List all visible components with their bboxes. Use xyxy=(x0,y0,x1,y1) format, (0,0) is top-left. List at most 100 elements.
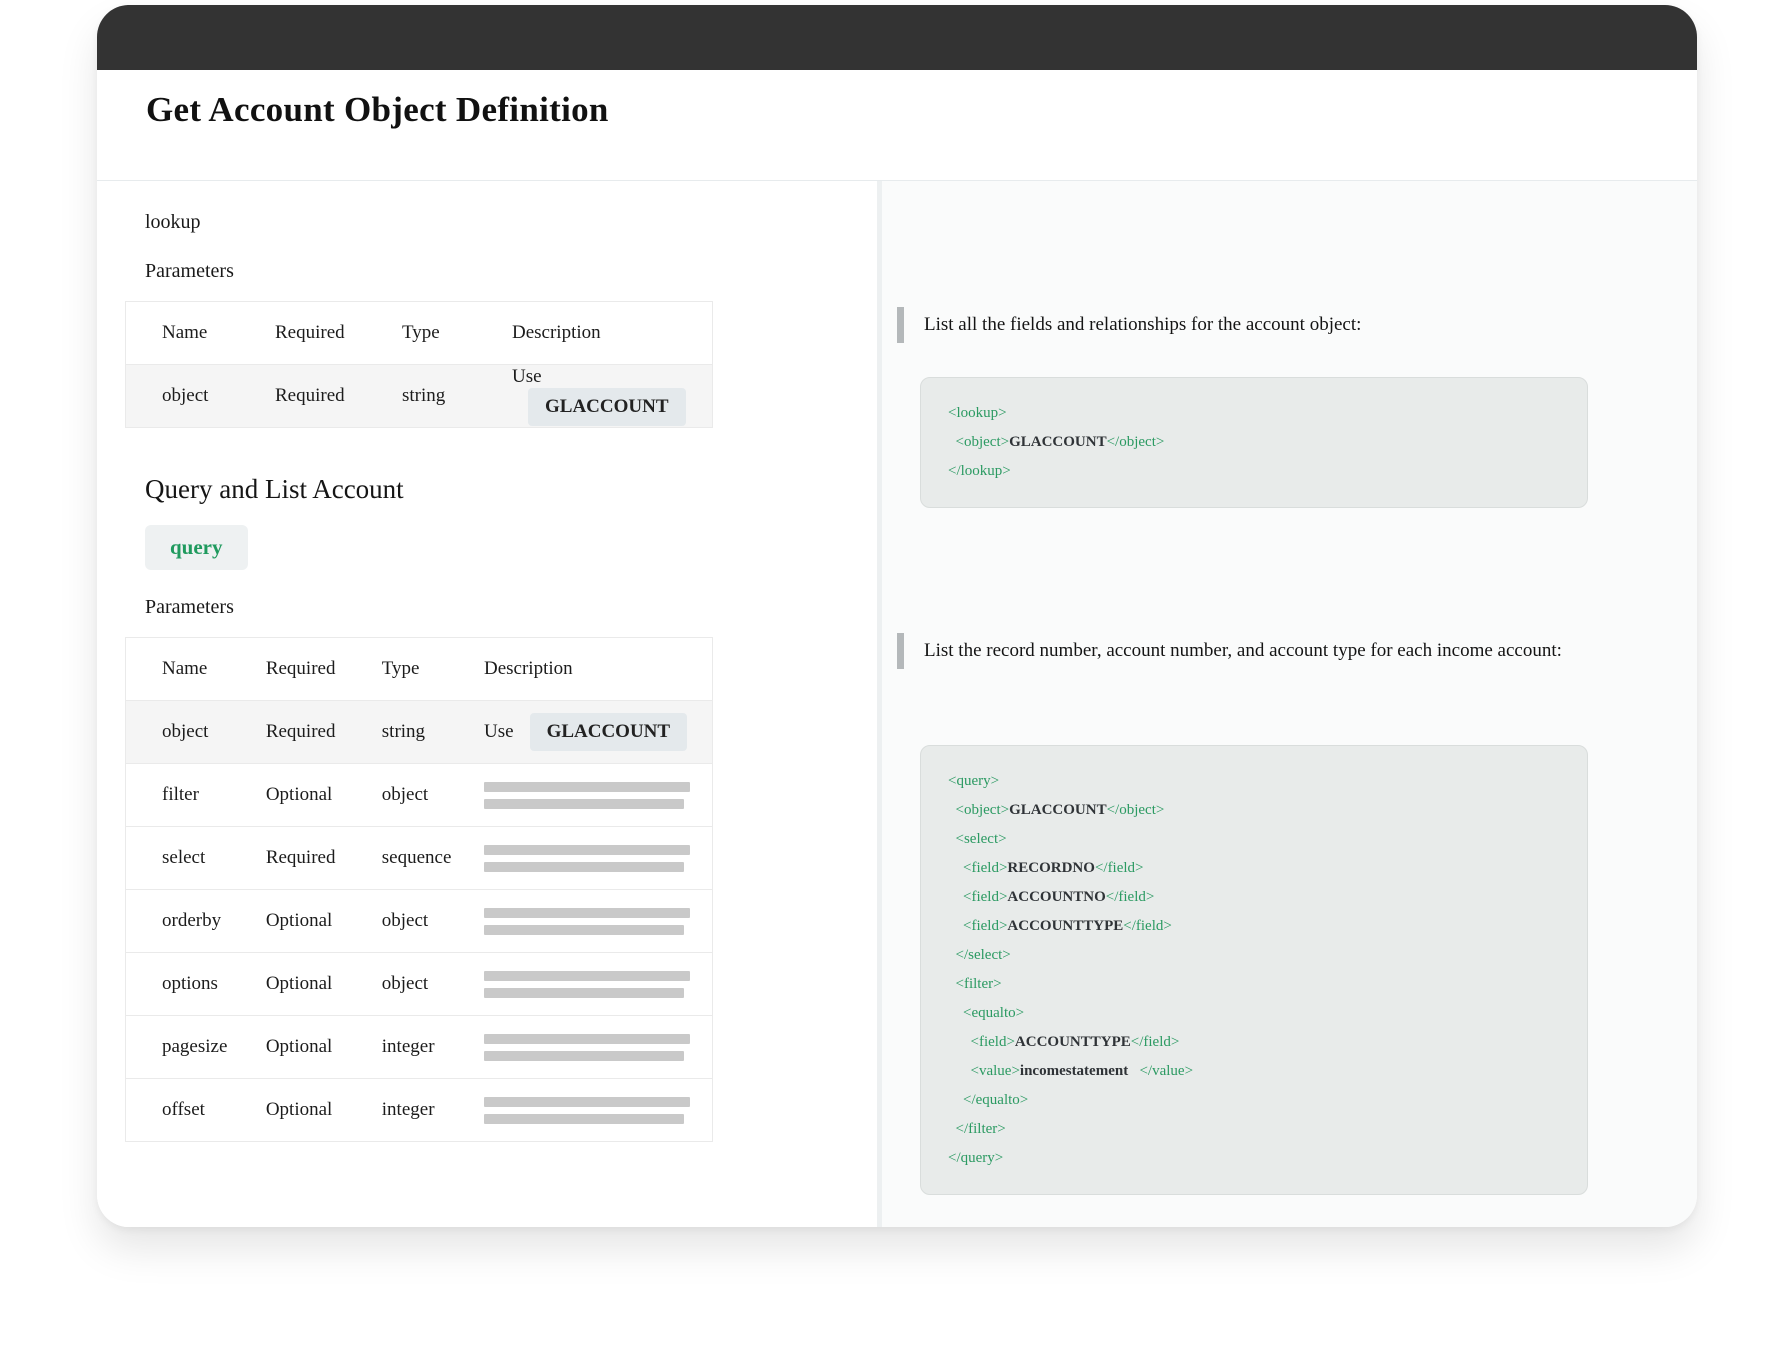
xml-tag-token: <field> xyxy=(948,1034,1015,1050)
code-line: <field>ACCOUNTNO</field> xyxy=(948,883,1560,912)
param-type-cell: string xyxy=(382,701,484,764)
code-line: </query> xyxy=(948,1144,1560,1173)
placeholder-bar xyxy=(484,782,690,792)
param-type-cell: object xyxy=(382,953,484,1016)
placeholder-bar xyxy=(484,971,690,981)
param-type-cell: integer xyxy=(382,1079,484,1142)
xml-tag-token: <field> xyxy=(948,889,1007,905)
code-line: <value>incomestatement </value> xyxy=(948,1057,1560,1086)
quote-text: List the record number, account number, … xyxy=(924,633,1562,669)
xml-tag-token: <field> xyxy=(948,860,1007,876)
code-line: </select> xyxy=(948,941,1560,970)
placeholder-bar xyxy=(484,1051,684,1061)
column-header: Description xyxy=(484,638,713,701)
code-line: <field>RECORDNO</field> xyxy=(948,854,1560,883)
param-description-cell xyxy=(484,764,713,827)
param-name-cell: options xyxy=(126,953,266,1016)
xml-text-token: ACCOUNTNO xyxy=(1007,889,1105,905)
param-name-cell: pagesize xyxy=(126,1016,266,1079)
code-line: <field>ACCOUNTTYPE</field> xyxy=(948,1028,1560,1057)
xml-tag-token: <value> xyxy=(948,1063,1020,1079)
param-name-cell: filter xyxy=(126,764,266,827)
param-required-cell: Optional xyxy=(266,890,382,953)
parameters-table-query: NameRequiredTypeDescription objectRequir… xyxy=(125,637,713,1142)
placeholder-bar xyxy=(484,862,684,872)
xml-tag-token: </value> xyxy=(1139,1063,1193,1079)
param-type-cell: object xyxy=(382,890,484,953)
column-header: Name xyxy=(126,638,266,701)
window-title-bar xyxy=(97,5,1697,70)
param-required-cell: Required xyxy=(266,827,382,890)
xml-tag-token: </object> xyxy=(1107,802,1165,818)
column-header: Type xyxy=(402,302,512,365)
xml-tag-token: <select> xyxy=(948,831,1007,847)
param-name-cell: offset xyxy=(126,1079,266,1142)
xml-tag-token: <field> xyxy=(948,918,1007,934)
xml-tag-token: </equalto> xyxy=(948,1092,1028,1108)
xml-tag-token: <object> xyxy=(948,802,1009,818)
param-name-cell: object xyxy=(126,365,276,428)
title-section: Get Account Object Definition xyxy=(97,70,1697,180)
example-quote: List the record number, account number, … xyxy=(897,633,1697,669)
table-header-row: NameRequiredTypeDescription xyxy=(126,302,713,365)
xml-tag-token: </field> xyxy=(1095,860,1144,876)
code-block-lookup: <lookup> <object>GLACCOUNT</object></loo… xyxy=(920,377,1588,508)
param-row: orderbyOptionalobject xyxy=(126,890,713,953)
xml-tag-token: </lookup> xyxy=(948,463,1011,479)
code-line: <object>GLACCOUNT</object> xyxy=(948,796,1560,825)
example-query: List the record number, account number, … xyxy=(897,633,1697,1195)
param-required-cell: Required xyxy=(275,365,402,428)
param-description-cell xyxy=(484,890,713,953)
section-heading: Query and List Account xyxy=(145,474,877,505)
code-line: <field>ACCOUNTTYPE</field> xyxy=(948,912,1560,941)
param-required-cell: Required xyxy=(266,701,382,764)
xml-text-token: GLACCOUNT xyxy=(1009,434,1107,450)
placeholder-bar xyxy=(484,908,690,918)
param-required-cell: Optional xyxy=(266,764,382,827)
param-description-cell xyxy=(484,1079,713,1142)
column-header: Description xyxy=(512,302,713,365)
param-row: objectRequiredstringUseGLACCOUNT xyxy=(126,365,713,428)
description-prefix: Use xyxy=(512,366,542,387)
lookup-label: lookup xyxy=(145,211,877,234)
code-line: <lookup> xyxy=(948,399,1560,428)
xml-text-token: incomestatement xyxy=(1020,1063,1140,1079)
code-block-query: <query> <object>GLACCOUNT</object> <sele… xyxy=(920,745,1588,1195)
placeholder-bar xyxy=(484,1034,690,1044)
xml-tag-token: <lookup> xyxy=(948,405,1007,421)
code-line: </equalto> xyxy=(948,1086,1560,1115)
param-description-cell xyxy=(484,827,713,890)
doc-window: Get Account Object Definition lookup Par… xyxy=(97,5,1697,1227)
parameters-label-2: Parameters xyxy=(145,596,877,619)
param-row: pagesizeOptionalinteger xyxy=(126,1016,713,1079)
description-prefix: Use xyxy=(484,721,514,742)
param-name-cell: orderby xyxy=(126,890,266,953)
example-quote: List all the fields and relationships fo… xyxy=(897,307,1697,343)
code-line: <query> xyxy=(948,767,1560,796)
right-panel: List all the fields and relationships fo… xyxy=(882,181,1697,1227)
code-line: <equalto> xyxy=(948,999,1560,1028)
code-line: </filter> xyxy=(948,1115,1560,1144)
param-type-cell: string xyxy=(402,365,512,428)
left-panel: lookup Parameters NameRequiredTypeDescri… xyxy=(97,181,877,1227)
param-description-cell: UseGLACCOUNT xyxy=(484,701,713,764)
param-type-cell: integer xyxy=(382,1016,484,1079)
param-row: objectRequiredstringUseGLACCOUNT xyxy=(126,701,713,764)
query-badge[interactable]: query xyxy=(145,525,248,570)
param-description-cell: UseGLACCOUNT xyxy=(512,365,713,428)
xml-tag-token: </field> xyxy=(1131,1034,1180,1050)
xml-tag-token: </field> xyxy=(1106,889,1155,905)
column-header: Required xyxy=(266,638,382,701)
column-header: Type xyxy=(382,638,484,701)
xml-tag-token: <equalto> xyxy=(948,1005,1024,1021)
page-title: Get Account Object Definition xyxy=(146,90,1697,130)
xml-tag-token: </object> xyxy=(1107,434,1165,450)
parameters-label-1: Parameters xyxy=(145,260,877,283)
param-type-cell: object xyxy=(382,764,484,827)
param-description-cell xyxy=(484,1016,713,1079)
xml-text-token: ACCOUNTTYPE xyxy=(1015,1034,1131,1050)
quote-text: List all the fields and relationships fo… xyxy=(924,307,1361,343)
example-lookup: List all the fields and relationships fo… xyxy=(897,307,1697,508)
param-required-cell: Optional xyxy=(266,1079,382,1142)
xml-tag-token: </query> xyxy=(948,1150,1003,1166)
